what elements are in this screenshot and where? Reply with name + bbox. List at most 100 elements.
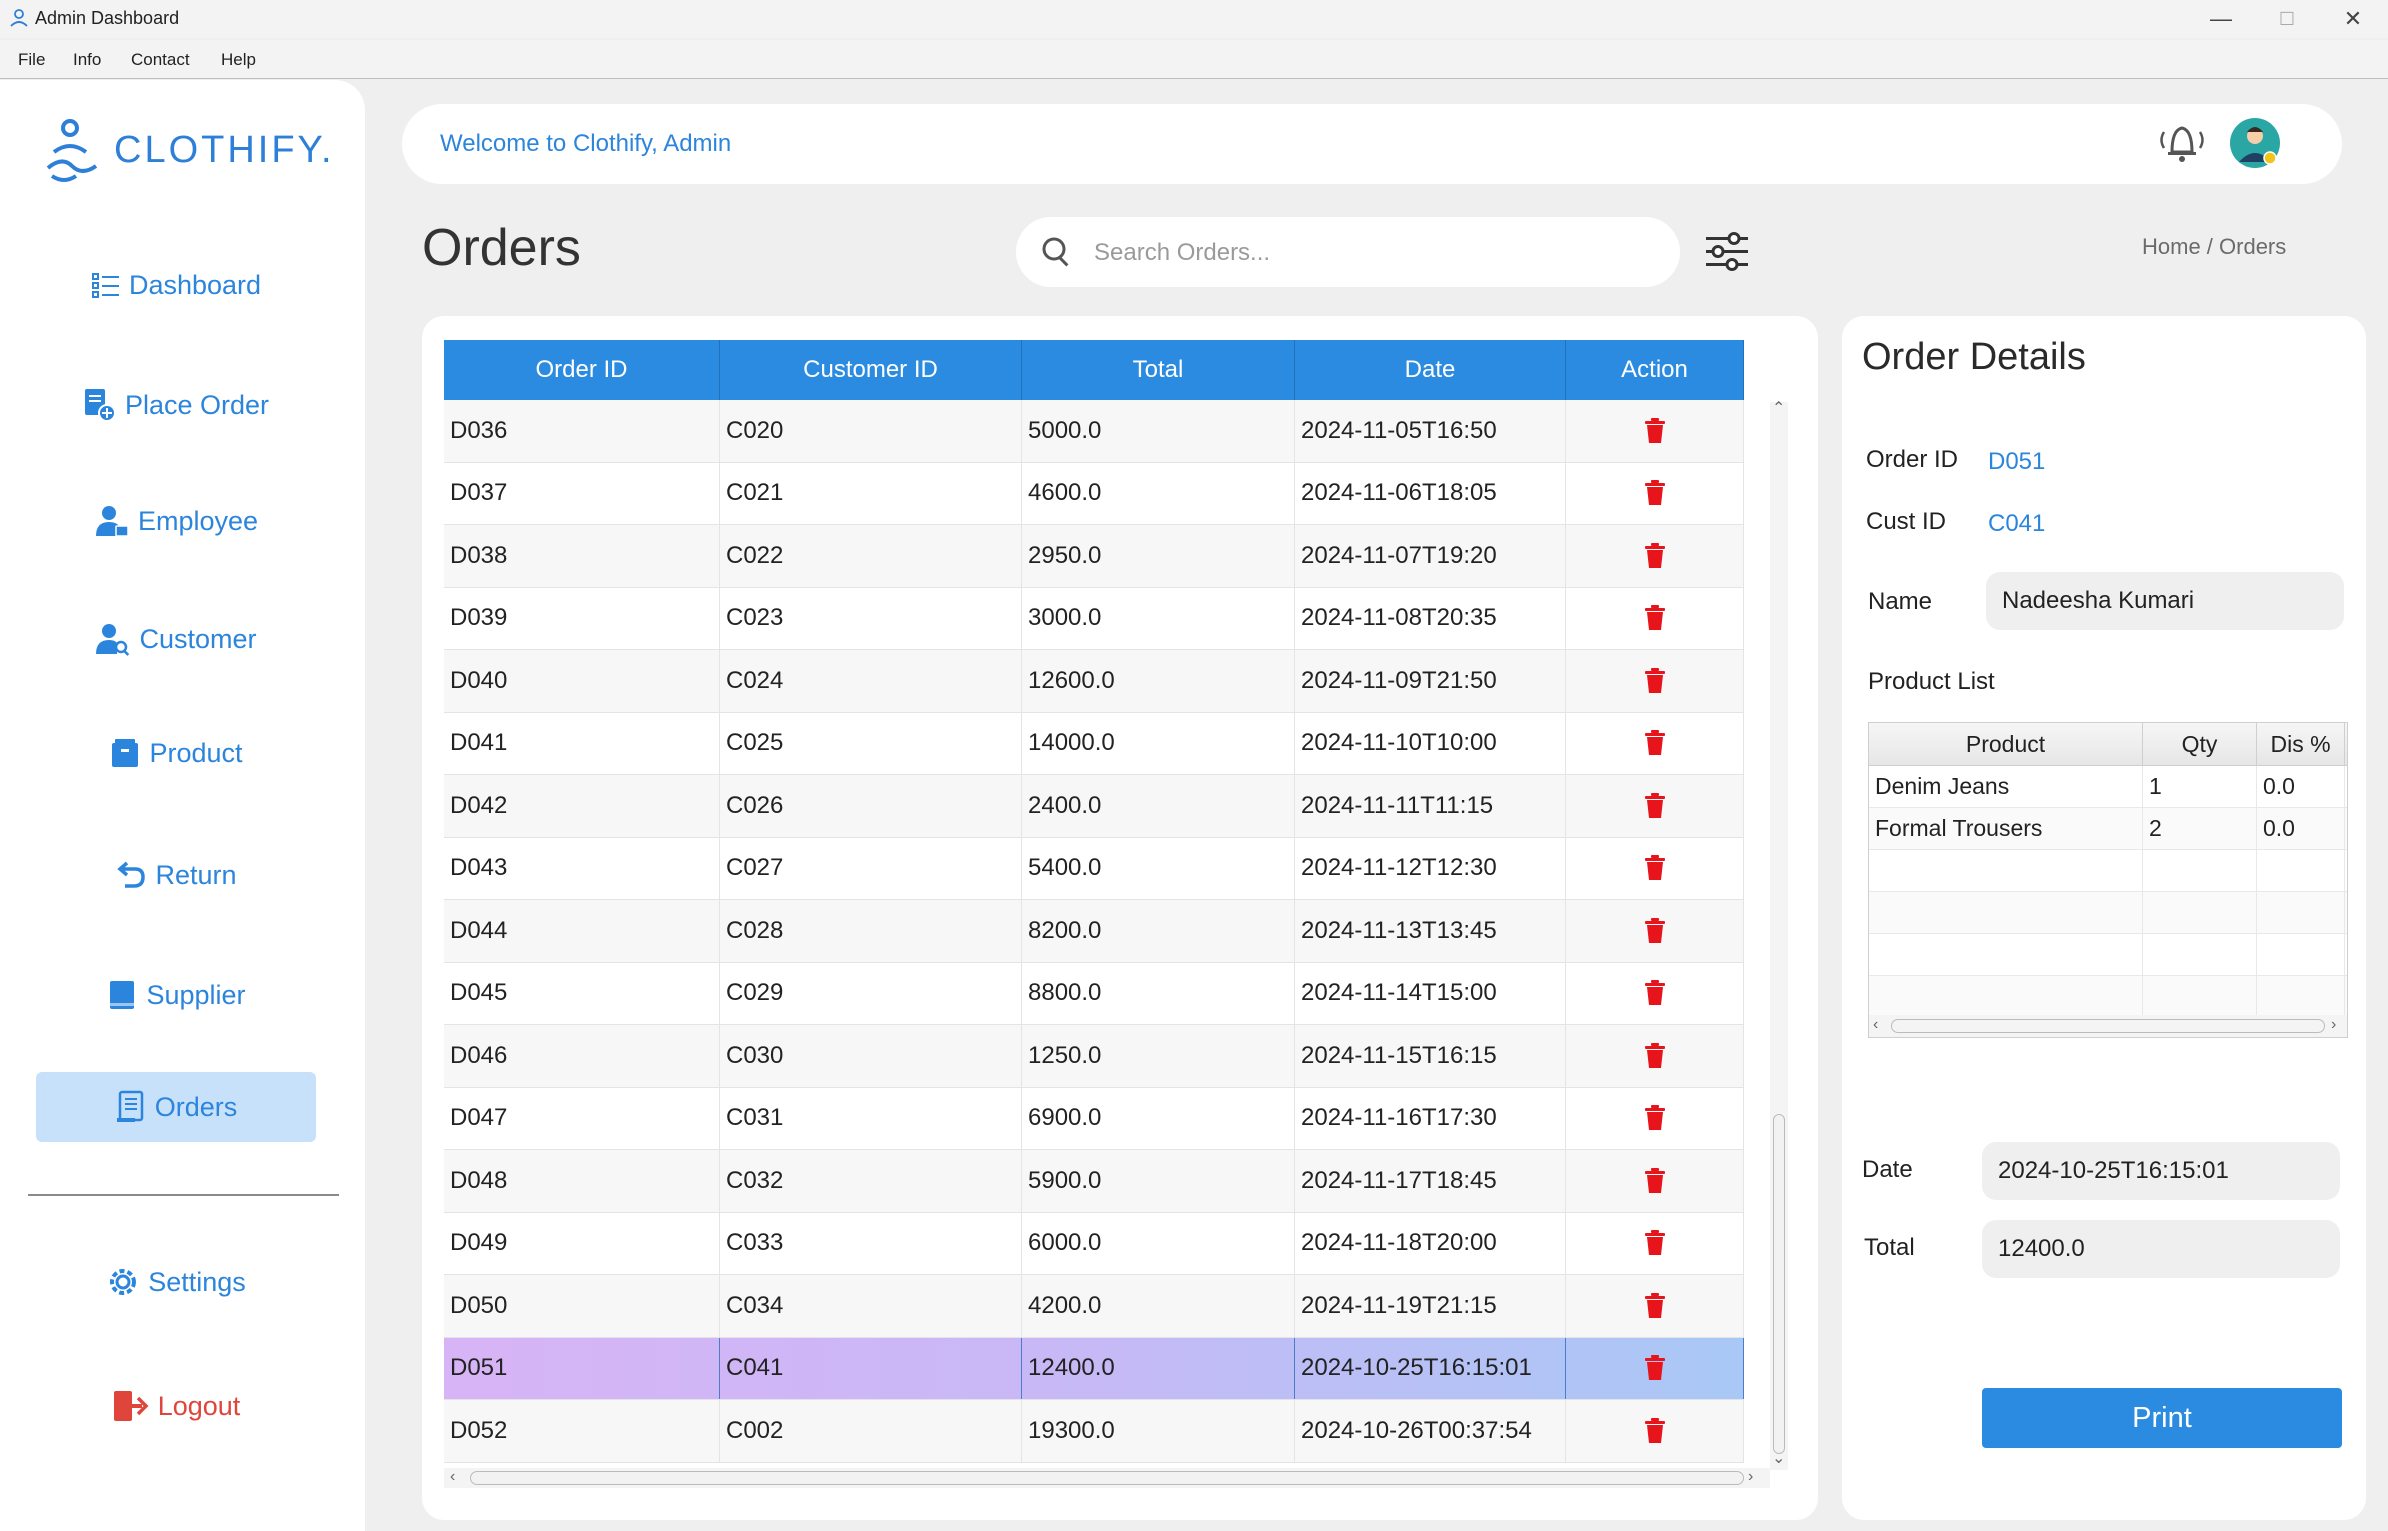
table-row[interactable]: D037 C021 4600.0 2024-11-06T18:05 — [444, 462, 1744, 525]
scroll-right-arrow-icon[interactable]: › — [2331, 1016, 2336, 1034]
delete-trash-icon[interactable] — [1644, 1417, 1666, 1444]
table-row[interactable]: D046 C030 1250.0 2024-11-15T16:15 — [444, 1025, 1744, 1088]
nav-label: Employee — [137, 505, 259, 536]
delete-trash-icon[interactable] — [1644, 480, 1666, 506]
nav-customer[interactable]: Customer — [36, 604, 316, 674]
nav-return[interactable]: Return — [36, 840, 316, 910]
column-header-order-id[interactable]: Order ID — [444, 340, 720, 400]
table-row[interactable]: D045 C029 8800.0 2024-11-14T15:00 — [444, 962, 1744, 1025]
table-row[interactable]: D040 C024 12600.0 2024-11-09T21:50 — [444, 650, 1744, 713]
table-row[interactable]: D051 C041 12400.0 2024-10-25T16:15:01 — [444, 1337, 1744, 1400]
delete-trash-icon[interactable] — [1644, 1042, 1666, 1069]
delete-trash-icon[interactable] — [1644, 1292, 1666, 1319]
product-row[interactable] — [1869, 892, 2347, 934]
nav-employee[interactable]: Employee — [36, 486, 316, 556]
table-row[interactable]: D042 C026 2400.0 2024-11-11T11:15 — [444, 775, 1744, 838]
delete-trash-icon[interactable] — [1644, 667, 1666, 694]
nav-logout[interactable]: Logout — [36, 1371, 316, 1441]
scroll-down-arrow-icon[interactable]: ⌄ — [1772, 1448, 1785, 1468]
search-input[interactable] — [1092, 231, 1656, 275]
menu-file[interactable]: File — [18, 50, 45, 70]
product-row[interactable]: Formal Trousers 2 0.0 — [1869, 808, 2347, 850]
delete-trash-icon[interactable] — [1644, 542, 1666, 569]
column-header-date[interactable]: Date — [1295, 340, 1566, 400]
total-cell: 3000.0 — [1022, 587, 1295, 649]
column-header-action[interactable]: Action — [1566, 340, 1744, 400]
action-cell — [1566, 1087, 1744, 1149]
horizontal-scrollbar[interactable]: ‹ › — [444, 1468, 1770, 1488]
product-qty-cell — [2143, 934, 2257, 975]
table-row[interactable]: D041 C025 14000.0 2024-11-10T10:00 — [444, 712, 1744, 775]
menu-help[interactable]: Help — [221, 50, 256, 70]
search-bar — [1016, 217, 1680, 287]
nav-label: Dashboard — [128, 269, 262, 300]
notification-bell-icon[interactable] — [2154, 120, 2210, 166]
order-id-cell: D045 — [444, 962, 720, 1024]
nav-dashboard[interactable]: Dashboard — [36, 250, 316, 320]
scroll-up-arrow-icon[interactable]: ⌃ — [1772, 398, 1785, 418]
column-header-total[interactable]: Total — [1022, 340, 1295, 400]
delete-trash-icon[interactable] — [1644, 605, 1666, 631]
delete-trash-icon[interactable] — [1644, 1355, 1666, 1381]
nav-place-order[interactable]: Place Order — [36, 370, 316, 440]
total-cell: 8800.0 — [1022, 962, 1295, 1024]
column-header-product[interactable]: Product — [1869, 723, 2143, 765]
product-row[interactable] — [1869, 850, 2347, 892]
print-button[interactable]: Print — [1982, 1388, 2342, 1448]
product-row[interactable] — [1869, 934, 2347, 976]
table-row[interactable]: D038 C022 2950.0 2024-11-07T19:20 — [444, 525, 1744, 588]
column-header-qty[interactable]: Qty — [2143, 723, 2257, 765]
date-cell: 2024-11-12T12:30 — [1295, 837, 1566, 899]
table-row[interactable]: D036 C020 5000.0 2024-11-05T16:50 — [444, 400, 1744, 463]
filter-sliders-icon[interactable] — [1704, 230, 1750, 274]
product-scroll-thumb[interactable] — [1891, 1019, 2325, 1033]
vertical-scrollbar[interactable]: ⌃ ⌄ — [1770, 400, 1788, 1470]
delete-trash-icon[interactable] — [1644, 1105, 1666, 1131]
nav-settings[interactable]: Settings — [36, 1247, 316, 1317]
column-header-discount[interactable]: Dis % — [2257, 723, 2345, 765]
product-horizontal-scrollbar[interactable]: ‹ › — [1869, 1015, 2347, 1037]
table-row[interactable]: D050 C034 4200.0 2024-11-19T21:15 — [444, 1275, 1744, 1338]
menu-info[interactable]: Info — [73, 50, 101, 70]
product-box-icon — [112, 739, 139, 767]
delete-trash-icon[interactable] — [1644, 730, 1666, 756]
delete-trash-icon[interactable] — [1644, 855, 1666, 881]
minimize-button[interactable]: — — [2188, 0, 2254, 38]
delete-trash-icon[interactable] — [1644, 1230, 1666, 1256]
delete-trash-icon[interactable] — [1644, 1167, 1666, 1194]
order-id-cell: D048 — [444, 1150, 720, 1212]
column-header-customer-id[interactable]: Customer ID — [720, 340, 1022, 400]
menu-contact[interactable]: Contact — [131, 50, 190, 70]
delete-trash-icon[interactable] — [1644, 792, 1666, 819]
top-header: Welcome to Clothify, Admin — [402, 104, 2342, 184]
table-row[interactable]: D049 C033 6000.0 2024-11-18T20:00 — [444, 1212, 1744, 1275]
product-row[interactable]: Denim Jeans 1 0.0 — [1869, 766, 2347, 808]
date-field[interactable]: 2024-10-25T16:15:01 — [1982, 1142, 2340, 1200]
horizontal-scroll-thumb[interactable] — [470, 1471, 1744, 1485]
total-field[interactable]: 12400.0 — [1982, 1220, 2340, 1278]
table-row[interactable]: D043 C027 5400.0 2024-11-12T12:30 — [444, 837, 1744, 900]
nav-product[interactable]: Product — [36, 718, 316, 788]
name-field[interactable]: Nadeesha Kumari — [1986, 572, 2344, 630]
maximize-button[interactable]: ☐ — [2254, 0, 2320, 38]
table-row[interactable]: D052 C002 19300.0 2024-10-26T00:37:54 — [444, 1400, 1744, 1463]
delete-trash-icon[interactable] — [1644, 917, 1666, 944]
vertical-scroll-thumb[interactable] — [1773, 1114, 1785, 1454]
nav-orders[interactable]: Orders — [36, 1072, 316, 1142]
table-row[interactable]: D047 C031 6900.0 2024-11-16T17:30 — [444, 1087, 1744, 1150]
close-window-button[interactable]: ✕ — [2320, 0, 2386, 38]
table-row[interactable]: D048 C032 5900.0 2024-11-17T18:45 — [444, 1150, 1744, 1213]
product-row[interactable] — [1869, 976, 2347, 1018]
gear-icon — [110, 1269, 137, 1295]
delete-trash-icon[interactable] — [1644, 980, 1666, 1006]
table-row[interactable]: D044 C028 8200.0 2024-11-13T13:45 — [444, 900, 1744, 963]
table-row[interactable]: D039 C023 3000.0 2024-11-08T20:35 — [444, 587, 1744, 650]
scroll-right-arrow-icon[interactable]: › — [1748, 1468, 1753, 1486]
scroll-left-arrow-icon[interactable]: ‹ — [450, 1468, 455, 1486]
scroll-left-arrow-icon[interactable]: ‹ — [1873, 1016, 1878, 1034]
avatar[interactable] — [2230, 118, 2280, 168]
nav-supplier[interactable]: Supplier — [36, 960, 316, 1030]
order-id-cell: D050 — [444, 1275, 720, 1337]
supplier-book-icon — [110, 981, 135, 1009]
delete-trash-icon[interactable] — [1644, 417, 1666, 444]
